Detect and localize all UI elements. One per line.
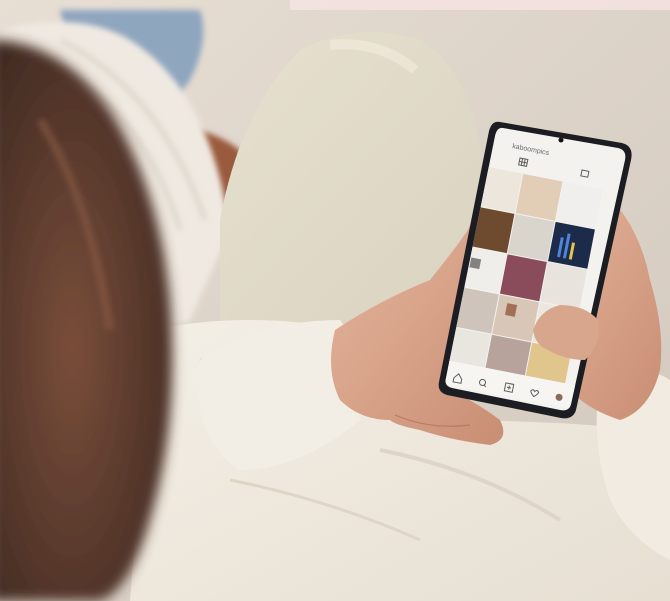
photo: kaboompics [0,0,670,601]
photo-svg: kaboompics [0,0,670,601]
top-strip [290,0,670,10]
